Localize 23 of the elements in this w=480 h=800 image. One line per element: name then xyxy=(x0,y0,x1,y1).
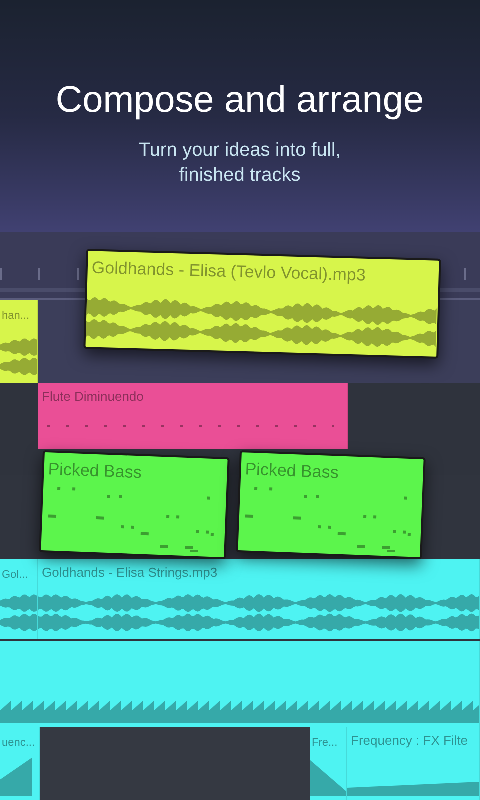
clip-title: Picked Bass xyxy=(244,458,340,484)
clip-title: Fre... xyxy=(311,736,339,751)
dragged-clip[interactable]: Goldhands - Elisa (Tevlo Vocal).mp3 xyxy=(84,249,442,359)
headline: Compose and arrange xyxy=(56,78,424,122)
clip-title: Goldhands - Elisa Strings.mp3 xyxy=(41,564,219,582)
clip[interactable]: Fre... xyxy=(310,727,347,800)
clip-title: Goldhands - Elisa (Tevlo Vocal).mp3 xyxy=(90,257,368,287)
clip[interactable]: Gol... xyxy=(0,559,38,639)
dragged-clip[interactable]: Picked Bass xyxy=(236,450,426,560)
clip-title: Frequency : FX Filte xyxy=(350,732,470,750)
dragged-clip[interactable]: Picked Bass xyxy=(39,450,230,560)
clip[interactable]: han... xyxy=(0,300,38,383)
clip[interactable]: Frequency : FX Filte xyxy=(347,727,480,800)
clip-title: Gol... xyxy=(1,568,30,583)
clip-title: uenc... xyxy=(1,736,36,751)
clip-title: Picked Bass xyxy=(46,458,144,484)
clip[interactable] xyxy=(0,641,480,727)
clip-title: han... xyxy=(1,309,31,324)
clip[interactable]: uenc... xyxy=(0,727,40,800)
subtitle: Turn your ideas into full, finished tracks xyxy=(138,139,342,188)
clip-title: Flute Diminuendo xyxy=(41,388,145,406)
clip[interactable]: Goldhands - Elisa Strings.mp3 xyxy=(38,559,480,639)
clip[interactable]: Flute Diminuendo xyxy=(38,383,348,449)
